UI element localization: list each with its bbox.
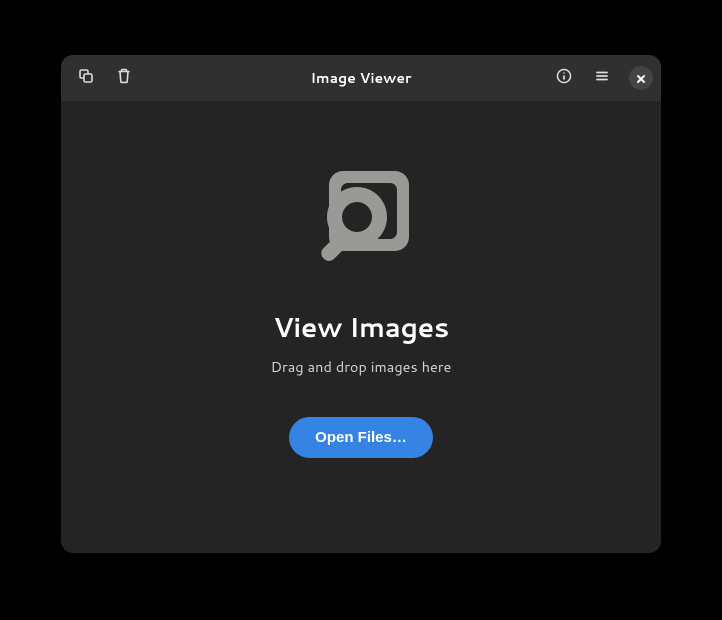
delete-button[interactable] bbox=[107, 61, 141, 95]
empty-state: View Images Drag and drop images here Op… bbox=[61, 101, 661, 553]
trash-icon bbox=[116, 67, 132, 90]
close-icon bbox=[636, 67, 646, 90]
window-title: Image Viewer bbox=[311, 68, 412, 88]
empty-state-subtext: Drag and drop images here bbox=[271, 356, 452, 377]
close-button[interactable] bbox=[629, 66, 653, 90]
titlebar-left bbox=[69, 61, 141, 95]
info-button[interactable] bbox=[547, 61, 581, 95]
copy-icon bbox=[78, 67, 94, 90]
hamburger-icon bbox=[594, 67, 610, 90]
menu-button[interactable] bbox=[585, 61, 619, 95]
titlebar: Image Viewer bbox=[61, 55, 661, 101]
open-files-button[interactable]: Open Files… bbox=[289, 417, 433, 458]
copy-button[interactable] bbox=[69, 61, 103, 95]
titlebar-right bbox=[547, 61, 653, 95]
info-icon bbox=[556, 67, 572, 90]
app-window: Image Viewer bbox=[61, 55, 661, 553]
empty-state-heading: View Images bbox=[273, 307, 449, 346]
image-viewer-hero-icon bbox=[301, 159, 421, 279]
